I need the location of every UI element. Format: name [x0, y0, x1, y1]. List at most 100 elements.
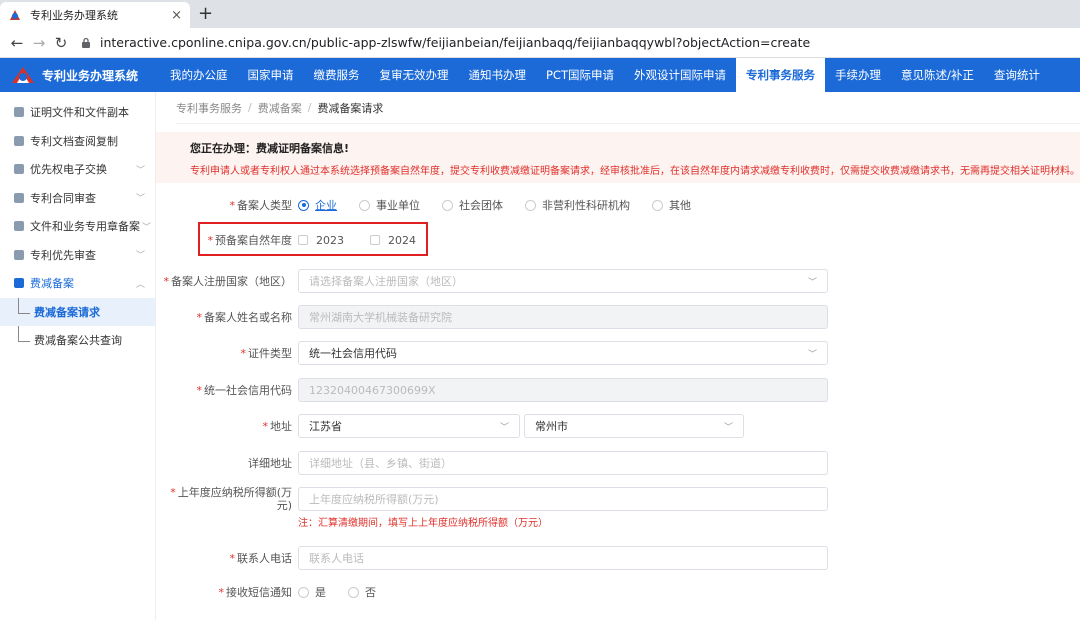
city-select[interactable]: 常州市 ﹀ — [524, 414, 744, 438]
nav-item[interactable]: 外观设计国际申请 — [624, 58, 736, 92]
nav-item[interactable]: PCT国际申请 — [536, 58, 624, 92]
income-input[interactable]: 上年度应纳税所得额(万元) — [298, 487, 828, 511]
sidebar-item-certificates[interactable]: 证明文件和文件副本 — [0, 98, 155, 127]
chevron-up-icon: ︿ — [135, 279, 145, 290]
detail-address-input[interactable]: 详细地址（县、乡镇、街道） — [298, 451, 828, 475]
reload-icon[interactable]: ↻ — [50, 34, 72, 52]
nav-item[interactable]: 缴费服务 — [304, 58, 370, 92]
applicant-type-radios: 企业 事业单位 社会团体 非营利性科研机构 其他 — [298, 197, 713, 213]
field-label: 详细地址 — [248, 457, 292, 470]
radio-dot — [525, 199, 536, 211]
tab-close-icon[interactable]: × — [171, 8, 182, 23]
notice-title: 您正在办理：费减证明备案信息! — [190, 142, 350, 155]
sidebar-item-contract-review[interactable]: 专利合同审查 ﹀ — [0, 184, 155, 213]
lock-icon — [82, 37, 90, 48]
file-icon — [14, 135, 24, 146]
new-tab-button[interactable]: + — [198, 3, 213, 24]
field-label: * 备案人姓名或名称 — [196, 311, 293, 324]
nav-item[interactable]: 我的办公庭 — [160, 58, 238, 92]
province-select[interactable]: 江苏省 ﹀ — [298, 414, 520, 438]
applicant-name-field: 常州湖南大学机械装备研究院 — [298, 305, 828, 329]
sidebar-subitem-fee-reduction-request[interactable]: 费减备案请求 — [0, 297, 155, 326]
chevron-down-icon: ﹀ — [807, 349, 817, 360]
radio-dot — [442, 199, 453, 211]
sidebar-item-fee-reduction[interactable]: 费减备案 ︿ — [0, 269, 155, 298]
phone-input[interactable]: 联系人电话 — [298, 546, 828, 570]
checkbox-box — [370, 235, 380, 245]
priority-icon — [14, 249, 24, 260]
field-label: * 地址 — [262, 420, 293, 433]
nav-item[interactable]: 专利事务服务 — [736, 58, 825, 92]
cnipa-logo-icon — [12, 67, 34, 83]
url-text: interactive.cponline.cnipa.gov.cn/public… — [100, 35, 811, 50]
income-row: * 上年度应纳税所得额(万元) 上年度应纳税所得额(万元) — [156, 486, 828, 512]
sidebar-item-label: 专利文档查阅复制 — [30, 134, 118, 148]
breadcrumb-item[interactable]: 专利事务服务 — [176, 100, 242, 116]
forward-arrow-icon[interactable]: → — [28, 34, 50, 52]
radio-dot — [298, 199, 309, 211]
chevron-down-icon: ﹀ — [723, 422, 733, 433]
notice-text: 专利申请人或者专利权人通过本系统选择预备案自然年度，提交专利收费减缴证明备案请求… — [190, 166, 1080, 177]
checkbox-2023[interactable]: 2023 — [298, 234, 344, 247]
tree-connector — [18, 297, 30, 314]
nav-item[interactable]: 意见陈述/补正 — [891, 58, 984, 92]
radio-nonprofit-research[interactable]: 非营利性科研机构 — [525, 197, 630, 213]
address-row: * 地址 江苏省 ﹀ 常州市 ﹀ — [156, 414, 744, 438]
checkbox-box — [298, 235, 308, 245]
credit-code-field: 12320400467300699X — [298, 378, 828, 402]
credit-code-row: * 统一社会信用代码 12320400467300699X — [156, 378, 828, 402]
site-favicon-icon — [10, 10, 20, 20]
brand-logo[interactable]: 专利业务办理系统 — [0, 58, 160, 92]
id-type-row: * 证件类型 统一社会信用代码 ﹀ — [156, 341, 828, 365]
radio-other[interactable]: 其他 — [652, 197, 691, 213]
browser-tabbar: 专利业务办理系统 × + — [0, 0, 1080, 28]
exchange-icon — [14, 164, 24, 175]
sidebar: 证明文件和文件副本 专利文档查阅复制 优先权电子交换 ﹀ 专利合同审查 ﹀ 文件和业… — [0, 92, 156, 620]
field-label: * 接收短信通知 — [218, 586, 293, 599]
country-select[interactable]: 请选择备案人注册国家（地区） ﹀ — [298, 269, 828, 293]
radio-sms-yes[interactable]: 是 — [298, 584, 326, 600]
nav-item[interactable]: 手续办理 — [825, 58, 891, 92]
filing-year-row: * 预备案自然年度 2023 2024 — [156, 232, 442, 248]
sidebar-item-label: 费减备案 — [30, 277, 74, 291]
name-row: * 备案人姓名或名称 常州湖南大学机械装备研究院 — [156, 305, 828, 329]
contract-icon — [14, 192, 24, 203]
app-header: 专利业务办理系统 我的办公庭 国家申请 缴费服务 复审无效办理 通知书办理 PCT国际申请… — [0, 58, 1080, 92]
field-label: * 证件类型 — [240, 347, 293, 360]
breadcrumb-item[interactable]: 费减备案 — [258, 100, 302, 116]
country-row: * 备案人注册国家（地区） 请选择备案人注册国家（地区） ﹀ — [156, 269, 828, 293]
sidebar-subitem-fee-reduction-query[interactable]: 费减备案公共查询 — [0, 325, 155, 354]
radio-dot — [298, 586, 309, 598]
sidebar-item-priority-exchange[interactable]: 优先权电子交换 ﹀ — [0, 155, 155, 184]
field-label: * 上年度应纳税所得额(万元) — [170, 486, 292, 512]
radio-social-group[interactable]: 社会团体 — [442, 197, 503, 213]
id-type-select[interactable]: 统一社会信用代码 ﹀ — [298, 341, 828, 365]
sidebar-subitem-label: 费减备案公共查询 — [34, 333, 122, 347]
sidebar-item-label: 文件和业务专用章备案 — [30, 220, 140, 234]
document-icon — [14, 107, 24, 118]
radio-sms-no[interactable]: 否 — [348, 584, 376, 600]
sidebar-item-document-copy[interactable]: 专利文档查阅复制 — [0, 127, 155, 156]
field-label: * 备案人类型 — [229, 199, 293, 212]
phone-row: * 联系人电话 联系人电话 — [156, 546, 828, 570]
nav-item[interactable]: 复审无效办理 — [370, 58, 459, 92]
field-label: * 预备案自然年度 — [207, 234, 293, 247]
nav-item[interactable]: 国家申请 — [238, 58, 304, 92]
sidebar-item-label: 专利合同审查 — [30, 191, 96, 205]
sidebar-item-seal-filing[interactable]: 文件和业务专用章备案 ﹀ — [0, 212, 155, 241]
radio-public-institution[interactable]: 事业单位 — [359, 197, 420, 213]
field-label: * 联系人电话 — [229, 552, 293, 565]
sidebar-item-label: 优先权电子交换 — [30, 163, 107, 177]
nav-item[interactable]: 查询统计 — [984, 58, 1050, 92]
sidebar-item-priority-review[interactable]: 专利优先审查 ﹀ — [0, 241, 155, 270]
nav-item[interactable]: 通知书办理 — [459, 58, 537, 92]
checkbox-2024[interactable]: 2024 — [370, 234, 416, 247]
seal-icon — [14, 221, 24, 232]
browser-tab[interactable]: 专利业务办理系统 × — [0, 2, 190, 28]
sidebar-subitem-label: 费减备案请求 — [34, 305, 100, 319]
radio-enterprise[interactable]: 企业 — [298, 197, 337, 213]
main-nav: 我的办公庭 国家申请 缴费服务 复审无效办理 通知书办理 PCT国际申请 外观设计国际申请专… — [160, 58, 1050, 92]
back-arrow-icon[interactable]: ← — [6, 34, 28, 52]
url-field[interactable]: interactive.cponline.cnipa.gov.cn/public… — [80, 35, 810, 50]
sidebar-item-label: 证明文件和文件副本 — [30, 106, 129, 120]
